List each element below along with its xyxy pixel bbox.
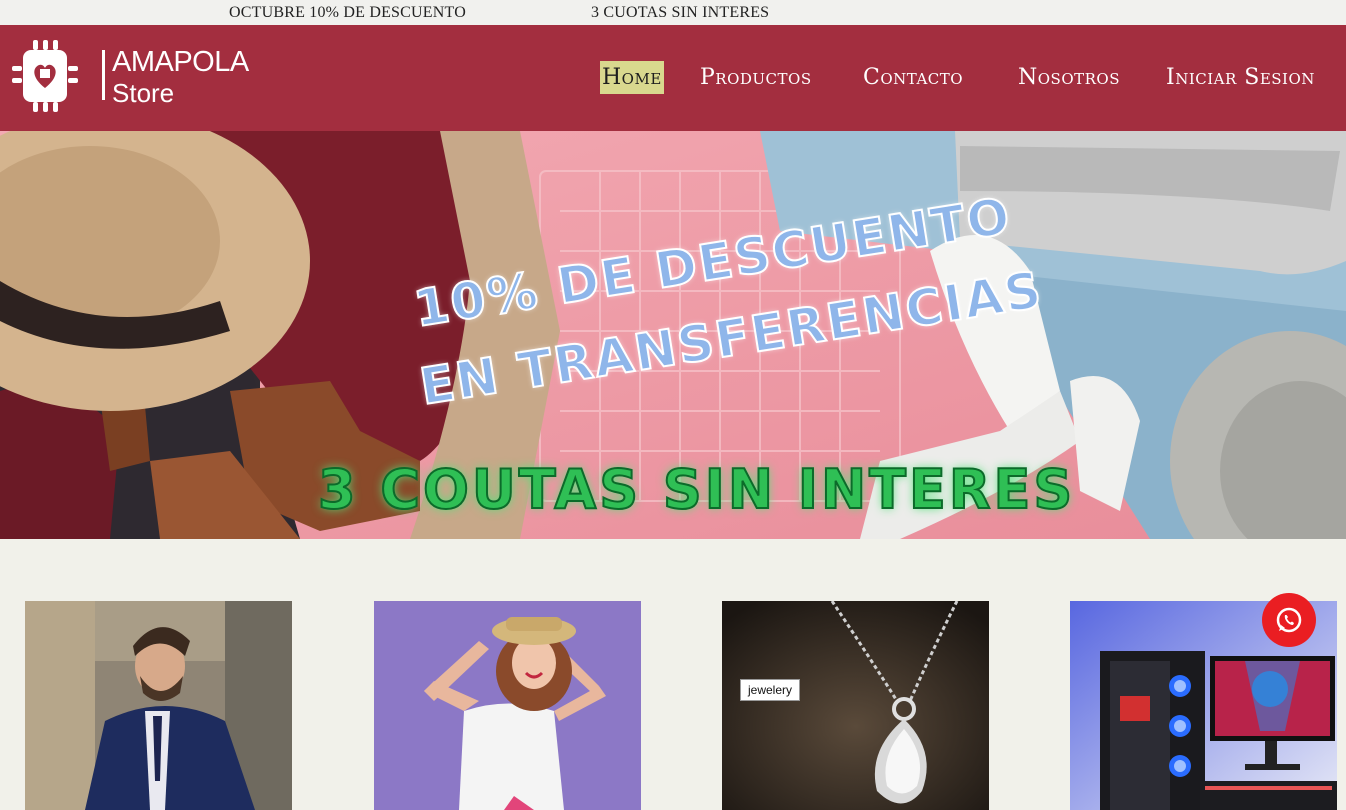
site-header: AMAPOLA Store Home Productos Contacto No… [0, 25, 1346, 131]
product-card[interactable] [25, 601, 292, 810]
promo-text-installments: 3 CUOTAS SIN INTERES [591, 4, 770, 21]
whatsapp-icon [1276, 607, 1302, 633]
nav-productos[interactable]: Productos [700, 62, 812, 94]
nav-nosotros[interactable]: Nosotros [1018, 62, 1120, 94]
nav-home[interactable]: Home [600, 61, 664, 94]
nav-iniciar-sesion[interactable]: Iniciar Sesion [1166, 62, 1315, 94]
nav-contacto[interactable]: Contacto [863, 62, 963, 94]
chip-heart-icon [12, 40, 78, 112]
product-card[interactable] [374, 601, 641, 810]
brand-logo[interactable]: AMAPOLA Store [10, 38, 250, 116]
banner-headline-installments: 3 COUTAS SIN INTERES [317, 457, 1076, 522]
category-tag: jewelery [740, 679, 801, 701]
product-image-man-suit [25, 601, 292, 810]
brand-divider [102, 50, 105, 100]
whatsapp-button[interactable] [1262, 593, 1316, 647]
product-card[interactable]: jewelery [722, 601, 989, 810]
product-image-necklace [722, 601, 989, 810]
brand-subtitle: Store [112, 78, 175, 108]
hero-banner[interactable]: 10% DE DESCUENTO EN TRANSFERENCIAS 3 COU… [0, 131, 1346, 539]
product-image-woman-hat [374, 601, 641, 810]
promo-bar: OCTUBRE 10% DE DESCUENTO 3 CUOTAS SIN IN… [0, 0, 1346, 25]
brand-name: AMAPOLA [112, 46, 249, 78]
promo-text-discount: OCTUBRE 10% DE DESCUENTO [229, 4, 466, 21]
